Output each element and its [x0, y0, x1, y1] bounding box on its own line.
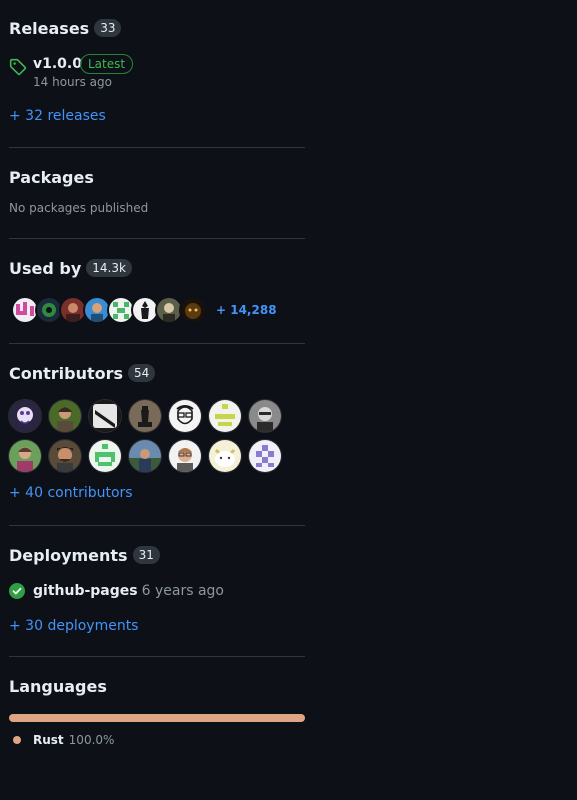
contributor-avatar[interactable]: [249, 400, 281, 432]
deployment-time: 6 years ago: [141, 583, 224, 599]
deployments-heading[interactable]: Deployments: [9, 546, 128, 565]
used-by-heading[interactable]: Used by: [9, 259, 81, 278]
contributors-avatar-grid: [9, 400, 289, 472]
latest-badge: Latest: [80, 54, 134, 74]
languages-section: Languages Rust 100.0%: [9, 657, 305, 747]
contributors-heading[interactable]: Contributors: [9, 364, 123, 383]
releases-header: Releases 33: [9, 17, 305, 39]
contributors-count-badge: 54: [128, 364, 156, 382]
language-bar-segment-rust[interactable]: [9, 714, 305, 722]
contributor-avatar[interactable]: [209, 440, 241, 472]
dependent-avatar[interactable]: [179, 296, 207, 324]
language-color-dot: [13, 736, 21, 744]
deployments-section: Deployments 31 github-pages 6 years ago …: [9, 526, 305, 657]
contributors-section: Contributors 54 + 40 contributors: [9, 344, 305, 526]
packages-heading[interactable]: Packages: [9, 168, 94, 187]
used-by-more-link[interactable]: + 14,288: [216, 303, 277, 317]
deployment-environment-link[interactable]: github-pages: [33, 583, 138, 599]
contributor-avatar[interactable]: [169, 440, 201, 472]
more-contributors-link[interactable]: + 40 contributors: [9, 485, 133, 501]
more-deployments-link[interactable]: + 30 deployments: [9, 618, 138, 634]
contributor-avatar[interactable]: [49, 400, 81, 432]
latest-deployment: github-pages 6 years ago: [9, 583, 305, 599]
contributor-avatar[interactable]: [129, 400, 161, 432]
releases-count-badge: 33: [94, 19, 122, 37]
release-time: 14 hours ago: [33, 75, 112, 89]
contributor-avatar[interactable]: [89, 400, 121, 432]
contributor-avatar[interactable]: [89, 440, 121, 472]
tag-icon: [9, 58, 27, 76]
contributor-avatar[interactable]: [209, 400, 241, 432]
language-item-rust[interactable]: Rust 100.0%: [9, 733, 305, 747]
contributor-avatar[interactable]: [129, 440, 161, 472]
languages-heading: Languages: [9, 676, 107, 696]
contributor-avatar[interactable]: [9, 440, 41, 472]
contributor-avatar[interactable]: [9, 400, 41, 432]
contributor-avatar[interactable]: [169, 400, 201, 432]
language-percent: 100.0%: [68, 733, 115, 747]
deployments-count-badge: 31: [132, 546, 160, 564]
check-circle-icon: [9, 583, 25, 599]
releases-section: Releases 33 v1.0.0 Latest 14 hours ago +…: [9, 0, 305, 148]
repo-sidebar: Releases 33 v1.0.0 Latest 14 hours ago +…: [9, 0, 305, 747]
releases-heading[interactable]: Releases: [9, 19, 89, 38]
release-tag-link[interactable]: v1.0.0: [33, 56, 82, 72]
contributor-avatar[interactable]: [249, 440, 281, 472]
latest-release: v1.0.0 Latest 14 hours ago: [9, 54, 305, 94]
no-packages-text: No packages published: [9, 201, 149, 215]
more-releases-link[interactable]: + 32 releases: [9, 108, 106, 124]
contributor-avatar[interactable]: [49, 440, 81, 472]
used-by-avatars[interactable]: + 14,288: [9, 295, 305, 325]
language-bar: [9, 714, 305, 722]
used-by-count-badge: 14.3k: [86, 259, 132, 277]
used-by-section: Used by 14.3k + 14,288: [9, 239, 305, 344]
language-name: Rust: [33, 733, 64, 747]
packages-section: Packages No packages published: [9, 148, 305, 239]
